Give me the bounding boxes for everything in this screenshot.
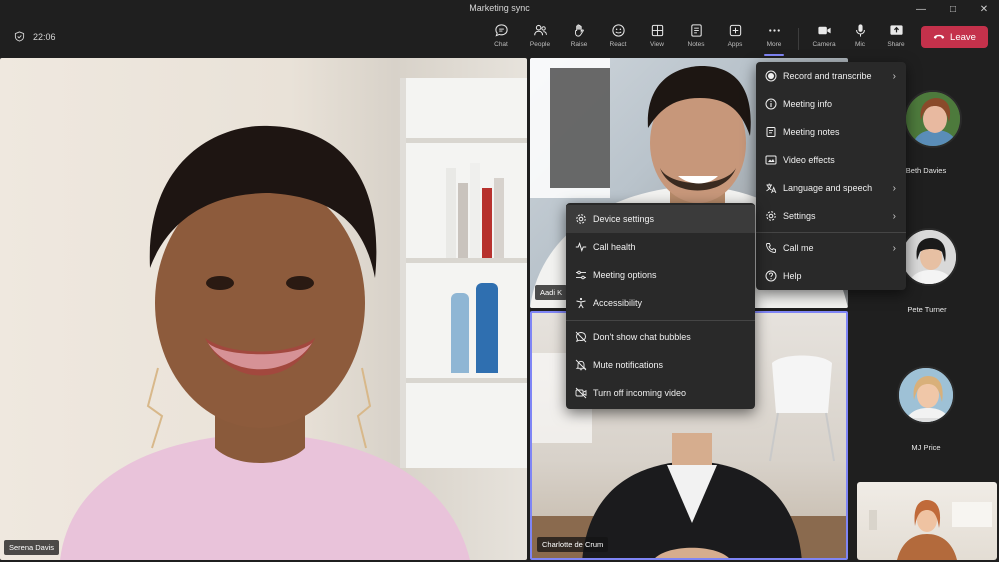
people-button[interactable]: People (522, 23, 558, 55)
leave-button-label: Leave (950, 31, 976, 43)
window-title: Marketing sync (469, 3, 530, 13)
camera-button-label: Camera (812, 41, 836, 48)
call-health-icon (575, 242, 587, 252)
apps-icon (729, 24, 741, 37)
side-name-mj: MJ Price (911, 443, 941, 452)
chevron-right-icon: › (892, 210, 896, 222)
menu-item-accessibility[interactable]: Accessibility (566, 289, 755, 317)
more-icon (768, 29, 780, 32)
chat-icon (494, 24, 508, 37)
menu-item-meeting-notes[interactable]: Meeting notes (756, 118, 906, 146)
people-button-label: People (529, 41, 551, 48)
apps-button-label: Apps (727, 41, 743, 48)
accessibility-icon (576, 297, 586, 309)
mic-icon (855, 24, 865, 37)
view-icon (651, 24, 663, 37)
video-effects-icon (765, 155, 777, 165)
settings-icon (766, 211, 776, 221)
avatar-beth[interactable] (904, 90, 962, 148)
info-icon (765, 98, 777, 110)
language-icon (766, 183, 777, 194)
hang-up-icon (933, 34, 945, 39)
menu-item-call-me[interactable]: Call me › (756, 234, 906, 262)
menu-divider (756, 232, 906, 233)
raise-hand-icon (574, 24, 584, 37)
more-button[interactable]: More (756, 23, 792, 56)
leave-button[interactable]: Leave (921, 26, 988, 48)
menu-item-record-and-transcribe[interactable]: Record and transcribe › (756, 62, 906, 90)
chevron-right-icon: › (892, 70, 896, 82)
menu-item-language-and-speech[interactable]: Language and speech › (756, 174, 906, 202)
menu-item-settings[interactable]: Settings › (756, 202, 906, 230)
menu-item-device-settings[interactable]: Device settings (566, 205, 755, 233)
title-bar: Marketing sync — □ ✕ (0, 0, 999, 18)
more-button-label: More (766, 41, 782, 48)
menu-item-meeting-info[interactable]: Meeting info (756, 90, 906, 118)
meeting-options-icon (576, 270, 586, 280)
mic-button-label: Mic (854, 41, 866, 48)
avatar-mj-image (899, 368, 953, 422)
react-button-label: React (609, 41, 627, 48)
name-tag-charlotte: Charlotte de Crum (537, 537, 609, 552)
chevron-right-icon: › (892, 182, 896, 194)
raise-hand-button[interactable]: Raise (561, 23, 597, 55)
self-view-tile[interactable] (857, 482, 997, 560)
maximize-icon[interactable]: □ (938, 0, 968, 18)
meeting-toolbar: 22:06 Chat People Raise React View Notes… (0, 18, 999, 58)
phone-icon (766, 243, 776, 253)
shield-icon (14, 31, 25, 42)
avatar-pete[interactable] (900, 228, 958, 286)
share-button-label: Share (887, 41, 905, 48)
name-tag-main: Serena Davis (4, 540, 60, 555)
more-menu: Record and transcribe › Meeting info Mee… (756, 62, 906, 290)
menu-item-mute-notifications[interactable]: Mute notifications (566, 351, 755, 379)
menu-item-video-effects[interactable]: Video effects (756, 146, 906, 174)
react-icon (611, 24, 625, 37)
mute-notifications-icon (575, 359, 587, 371)
notes-button[interactable]: Notes (678, 23, 714, 55)
chat-button-label: Chat (494, 41, 508, 48)
meeting-timer: 22:06 (14, 31, 56, 42)
apps-button[interactable]: Apps (717, 23, 753, 55)
chat-bubble-off-icon (575, 331, 587, 343)
menu-item-meeting-options[interactable]: Meeting options (566, 261, 755, 289)
chevron-right-icon: › (892, 242, 896, 254)
raise-hand-label: Raise (570, 41, 588, 48)
device-settings-icon (576, 214, 586, 224)
menu-item-help[interactable]: Help (756, 262, 906, 290)
share-button[interactable]: Share (878, 23, 914, 55)
menu-item-dont-show-chat-bubbles[interactable]: Don't show chat bubbles (566, 323, 755, 351)
avatar-beth-image (906, 92, 960, 146)
menu-item-turn-off-incoming-video[interactable]: Turn off incoming video (566, 379, 755, 407)
notes-icon (690, 24, 702, 37)
name-tag-aadi: Aadi K (535, 285, 568, 300)
self-view-video (869, 500, 992, 560)
notes-button-label: Notes (687, 41, 705, 48)
toolbar-divider (798, 28, 799, 50)
settings-submenu: Device settings Call health Meeting opti… (566, 203, 755, 409)
menu-item-call-health[interactable]: Call health (566, 233, 755, 261)
menu-divider (566, 320, 755, 321)
video-tile-main[interactable]: Serena Davis (0, 58, 527, 560)
people-icon (533, 24, 547, 36)
camera-button[interactable]: Camera (806, 23, 842, 55)
meeting-notes-icon (766, 127, 776, 137)
share-icon (889, 25, 903, 35)
view-button[interactable]: View (639, 23, 675, 55)
participant-video-serena (60, 125, 470, 560)
chat-button[interactable]: Chat (483, 23, 519, 55)
mic-button[interactable]: Mic (842, 23, 878, 55)
avatar-pete-image (902, 230, 956, 284)
close-icon[interactable]: ✕ (969, 0, 999, 18)
help-icon (765, 270, 777, 282)
minimize-icon[interactable]: — (906, 0, 936, 18)
record-icon (765, 70, 777, 82)
avatar-mj[interactable] (897, 366, 955, 424)
video-off-icon (575, 387, 587, 399)
side-name-pete: Pete Turner (907, 305, 947, 314)
camera-icon (817, 26, 831, 35)
react-button[interactable]: React (600, 23, 636, 55)
view-button-label: View (650, 41, 664, 48)
timer-text: 22:06 (33, 31, 56, 42)
